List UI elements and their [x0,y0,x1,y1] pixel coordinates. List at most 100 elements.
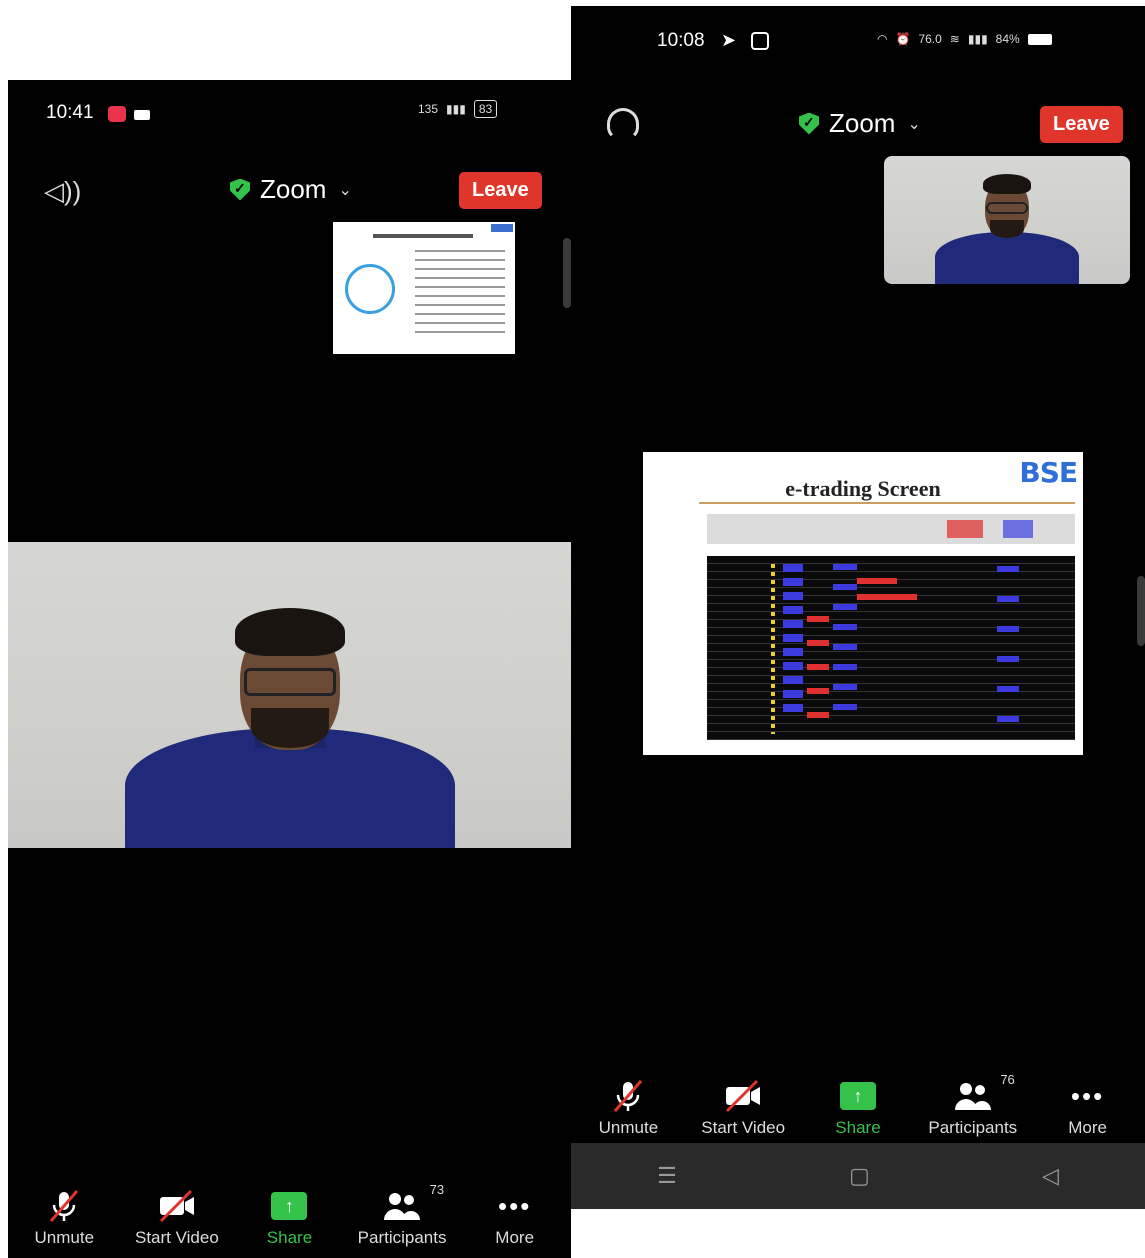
telegram-icon: ➤ [721,30,737,50]
network-speed: 135 [418,102,439,116]
battery-icon: 83 [473,100,498,118]
red-cell-2 [857,594,917,600]
header-red-block [947,520,983,538]
leave-button[interactable]: Leave [1040,106,1123,143]
slide-title: e-trading Screen [785,476,941,501]
red-cell [857,578,897,584]
main-video-feed[interactable] [8,542,571,848]
alarm-icon: ⏰ [895,32,911,46]
beard [250,708,329,748]
blue-cells-3 [997,566,1019,726]
signal-icon: ▮▮▮ [967,32,988,46]
back-nav-icon[interactable]: ◁ [1042,1163,1059,1189]
more-label: More [495,1228,535,1247]
speaker-icon[interactable]: ◁)) [44,176,81,207]
participant-figure [120,598,460,848]
title-underline [699,502,1075,504]
participants-icon: 73 [382,1182,444,1224]
trading-header-panel [707,514,1075,544]
right-zoom-screen: 10:08 ➤ ◠ ⏰ 76.0 ≋ ▮▮▮ 84% Zoom ⌄ Leave [571,6,1145,1209]
start-video-label: Start Video [134,1228,219,1247]
video-off-icon [157,1188,197,1224]
mic-muted-icon [610,1078,646,1114]
start-video-button[interactable]: Start Video [122,1188,232,1248]
shared-slide[interactable]: BSE e-trading Screen [643,452,1083,755]
participants-button[interactable]: 76 Participants [918,1072,1028,1138]
side-handle[interactable] [1137,576,1145,646]
chevron-down-icon: ⌄ [338,181,352,199]
meeting-header: ◁)) Zoom ⌄ Leave [8,160,571,230]
header-blue-block [1003,520,1033,538]
home-nav-icon[interactable]: ▢ [849,1163,870,1189]
thumbnail-logo [491,224,513,232]
instagram-icon [751,32,769,50]
network-speed: 76.0 [918,32,942,46]
blue-cells-2 [833,564,857,724]
video-camera-icon [134,110,150,120]
more-dots-icon: ••• [498,1191,532,1221]
glasses [986,202,1028,214]
meeting-title-text: Zoom [829,108,896,138]
leave-button[interactable]: Leave [459,172,542,209]
status-bar: 10:41 135 ▮▮▮ 83 [8,80,571,146]
status-bar: 10:08 ➤ ◠ ⏰ 76.0 ≋ ▮▮▮ 84% [571,6,1145,72]
unmute-label: Unmute [598,1118,659,1137]
thumbnail-text-lines [415,250,505,340]
red-cells-3 [807,616,829,736]
cycle-diagram [345,264,395,314]
share-label: Share [266,1228,313,1247]
record-icon [108,106,126,122]
chevron-down-icon: ⌄ [907,115,921,133]
beard [990,220,1024,238]
share-button[interactable]: ↑ Share [234,1188,344,1248]
share-button[interactable]: ↑ Share [803,1078,913,1138]
shared-slide-thumbnail[interactable] [333,222,515,354]
left-zoom-screen: 10:41 135 ▮▮▮ 83 ◁)) Zoom ⌄ Leave [8,80,571,1258]
more-button[interactable]: ••• More [1033,1078,1143,1138]
more-dots-icon: ••• [1070,1081,1105,1111]
video-off-icon [723,1078,763,1114]
more-label: More [1068,1118,1107,1137]
shirt [935,232,1079,284]
status-time: 10:08 [657,30,705,51]
shield-icon [799,112,819,135]
android-nav-bar: ☰ ▢ ◁ [571,1143,1145,1209]
menu-nav-icon[interactable]: ☰ [657,1163,677,1189]
mic-muted-icon [46,1188,82,1224]
side-handle[interactable] [563,238,571,308]
headset-icon[interactable] [607,108,639,140]
start-video-label: Start Video [701,1118,786,1137]
hair [983,174,1031,194]
battery-level: 84% [995,32,1020,46]
unmute-button[interactable]: Unmute [9,1188,119,1248]
start-video-button[interactable]: Start Video [688,1078,798,1138]
battery-icon [1027,33,1052,45]
thumbnail-video-feed[interactable] [884,156,1130,284]
glasses [243,668,336,696]
more-button[interactable]: ••• More [460,1188,570,1248]
participant-figure [932,166,1082,284]
yellow-markers [771,564,775,734]
share-label: Share [835,1118,881,1137]
meeting-toolbar: Unmute Start Video ↑ Share 76 Participan… [571,1072,1145,1138]
shield-icon [230,178,250,201]
trading-grid [707,556,1075,740]
status-time: 10:41 [46,102,94,123]
meeting-title[interactable]: Zoom ⌄ [799,108,921,139]
participants-label: Participants [357,1228,447,1247]
participants-count: 76 [1000,1072,1015,1087]
unmute-button[interactable]: Unmute [573,1078,683,1138]
meeting-title-text: Zoom [260,174,327,204]
unmute-label: Unmute [34,1228,95,1247]
signal-icon: ▮▮▮ [446,102,466,116]
headphones-status-icon: ◠ [877,32,888,46]
meeting-toolbar: Unmute Start Video ↑ Share 73 Participan… [8,1182,571,1248]
thumbnail-title-line [373,234,473,238]
blue-cells [783,564,803,714]
participants-button[interactable]: 73 Participants [347,1182,457,1248]
wifi-icon: ≋ [949,32,960,46]
meeting-title[interactable]: Zoom ⌄ [230,174,352,205]
participants-label: Participants [928,1118,1018,1137]
share-arrow-icon: ↑ [839,1082,876,1110]
hair [234,608,345,656]
